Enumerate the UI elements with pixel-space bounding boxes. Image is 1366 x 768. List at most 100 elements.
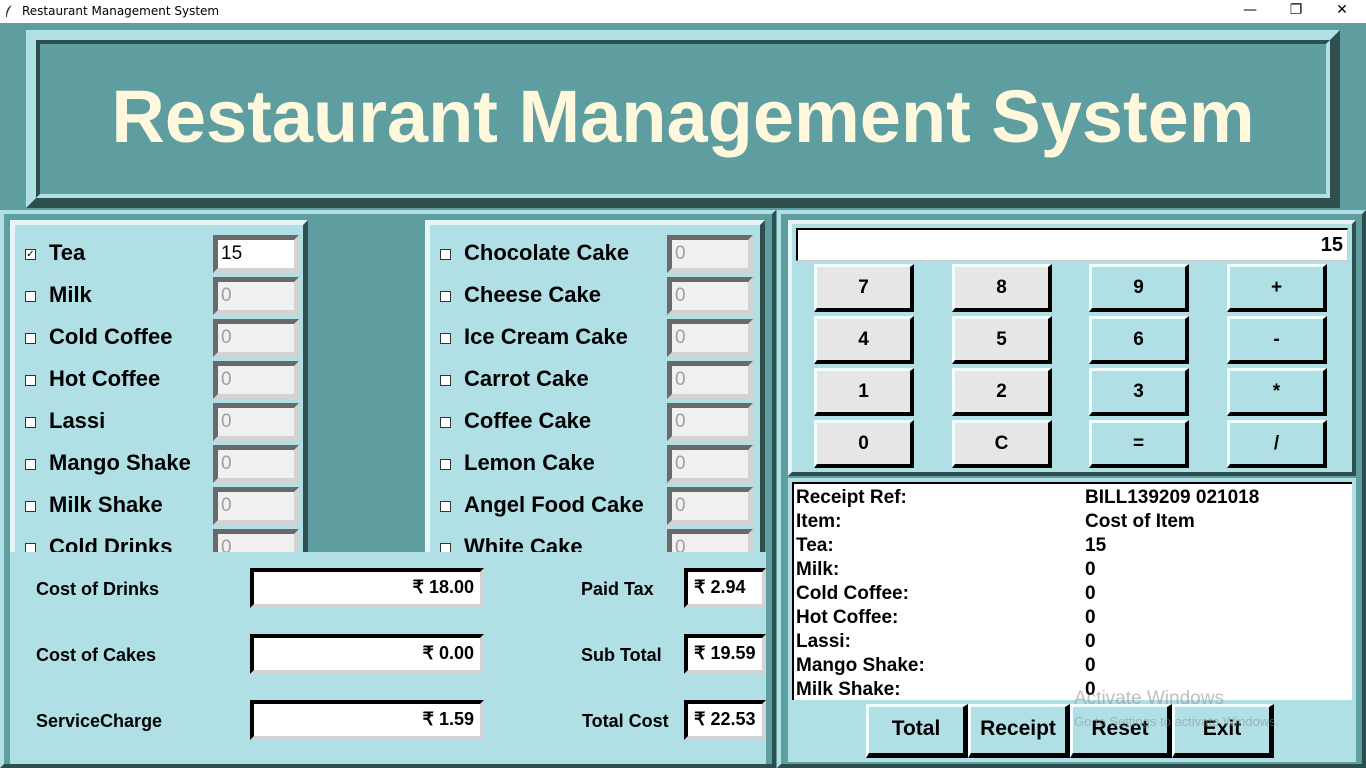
drinks-item-row: Mango Shake 0 [15, 443, 303, 485]
drinks-item-label[interactable]: Tea [49, 240, 85, 266]
maximize-icon[interactable]: ❐ [1273, 0, 1319, 23]
paid-tax-label: Paid Tax [581, 579, 654, 599]
calc-button[interactable]: 6 [1089, 316, 1189, 364]
minimize-icon[interactable]: — [1227, 0, 1273, 23]
receipt-row-value: Cost of Item [1085, 511, 1195, 532]
paid-tax-field[interactable]: ₹ 2.94 [684, 568, 766, 608]
drinks-item-label[interactable]: Milk [49, 282, 92, 308]
receipt-button[interactable]: Receipt [968, 704, 1070, 758]
cakes-menu: Chocolate Cake 0 Cheese Cake 0 Ice Cream Cak… [425, 220, 765, 552]
calc-button[interactable]: * [1227, 368, 1327, 416]
total-cost-field[interactable]: ₹ 22.53 [684, 700, 766, 740]
cakes-item-checkbox[interactable] [440, 501, 451, 512]
cakes-item-checkbox[interactable] [440, 417, 451, 428]
cakes-item-checkbox[interactable] [440, 459, 451, 470]
receipt-row-value: 0 [1085, 583, 1096, 604]
receipt-row-value: 0 [1085, 559, 1096, 580]
cakes-item-quantity-input[interactable]: 0 [667, 445, 753, 483]
cakes-item-checkbox[interactable] [440, 333, 451, 344]
drinks-item-checkbox[interactable] [25, 543, 36, 552]
app-heading: Restaurant Management System [111, 75, 1255, 158]
cakes-item-label[interactable]: Cheese Cake [464, 282, 601, 308]
cakes-item-quantity-input[interactable]: 0 [667, 235, 753, 273]
cakes-item-quantity-input[interactable]: 0 [667, 277, 753, 315]
activate-windows-subtitle: Go to Settings to activate Windows. [1074, 714, 1280, 729]
cakes-item-row: Ice Cream Cake 0 [430, 317, 760, 359]
cakes-item-checkbox[interactable] [440, 291, 451, 302]
drinks-item-quantity-input[interactable]: 0 [213, 487, 299, 525]
sub-total-field[interactable]: ₹ 19.59 [684, 634, 766, 674]
drinks-item-quantity-input[interactable]: 0 [213, 445, 299, 483]
calc-button[interactable]: 5 [952, 316, 1052, 364]
calc-button[interactable]: 1 [814, 368, 914, 416]
cakes-item-quantity-input[interactable]: 0 [667, 487, 753, 525]
drinks-item-label[interactable]: Milk Shake [49, 492, 163, 518]
calc-button[interactable]: 8 [952, 264, 1052, 312]
cakes-item-label[interactable]: Carrot Cake [464, 366, 589, 392]
drinks-item-label[interactable]: Cold Drinks [49, 534, 172, 552]
cakes-item-row: Carrot Cake 0 [430, 359, 760, 401]
receipt-row: Receipt Ref: BILL139209 021018 [796, 486, 1259, 510]
cakes-item-label[interactable]: White Cake [464, 534, 583, 552]
cakes-item-label[interactable]: Chocolate Cake [464, 240, 629, 266]
cakes-item-checkbox[interactable] [440, 543, 451, 552]
drinks-item-label[interactable]: Hot Coffee [49, 366, 160, 392]
drinks-item-row: Cold Coffee 0 [15, 317, 303, 359]
drinks-item-checkbox[interactable]: ✓ [25, 249, 36, 260]
close-icon[interactable]: ✕ [1319, 0, 1365, 23]
cakes-item-row: Cheese Cake 0 [430, 275, 760, 317]
drinks-item-row: Milk 0 [15, 275, 303, 317]
cost-of-drinks-field[interactable]: ₹ 18.00 [250, 568, 484, 608]
cakes-item-label[interactable]: Angel Food Cake [464, 492, 644, 518]
drinks-item-checkbox[interactable] [25, 417, 36, 428]
drinks-item-quantity-input[interactable]: 15 [213, 235, 299, 273]
cakes-item-row: Chocolate Cake 0 [430, 233, 760, 275]
drinks-item-quantity-input[interactable]: 0 [213, 529, 299, 552]
cakes-item-quantity-input[interactable]: 0 [667, 319, 753, 357]
service-charge-label: ServiceCharge [36, 711, 163, 731]
cost-of-cakes-field[interactable]: ₹ 0.00 [250, 634, 484, 674]
calc-button[interactable]: 7 [814, 264, 914, 312]
receipt-row-value: 15 [1085, 535, 1107, 556]
drinks-item-checkbox[interactable] [25, 291, 36, 302]
cakes-item-label[interactable]: Coffee Cake [464, 408, 591, 434]
calc-button[interactable]: 9 [1089, 264, 1189, 312]
drinks-item-checkbox[interactable] [25, 375, 36, 386]
drinks-item-row: Hot Coffee 0 [15, 359, 303, 401]
calc-button[interactable]: - [1227, 316, 1327, 364]
drinks-item-checkbox[interactable] [25, 459, 36, 470]
calc-button[interactable]: 0 [814, 420, 914, 468]
drinks-item-quantity-input[interactable]: 0 [213, 277, 299, 315]
drinks-item-label[interactable]: Lassi [49, 408, 105, 434]
drinks-item-checkbox[interactable] [25, 501, 36, 512]
calc-button[interactable]: 3 [1089, 368, 1189, 416]
receipt-row: Item: Cost of Item [796, 510, 1195, 534]
drinks-item-quantity-input[interactable]: 0 [213, 361, 299, 399]
drinks-item-checkbox[interactable] [25, 333, 36, 344]
calc-button[interactable]: / [1227, 420, 1327, 468]
cakes-item-quantity-input[interactable]: 0 [667, 529, 753, 552]
drinks-item-quantity-input[interactable]: 0 [213, 403, 299, 441]
receipt-row-label: Mango Shake: [796, 655, 925, 676]
drinks-item-label[interactable]: Cold Coffee [49, 324, 172, 350]
total-button[interactable]: Total [866, 704, 968, 758]
cakes-item-quantity-input[interactable]: 0 [667, 403, 753, 441]
cakes-item-checkbox[interactable] [440, 249, 451, 260]
calc-button[interactable]: 2 [952, 368, 1052, 416]
receipt-text[interactable]: Receipt Ref: BILL139209 021018 Item: Cost o… [792, 482, 1352, 700]
cakes-item-checkbox[interactable] [440, 375, 451, 386]
calculator-display[interactable]: 15 [796, 228, 1348, 261]
receipt-row-label: Milk Shake: [796, 679, 901, 700]
calc-button[interactable]: = [1089, 420, 1189, 468]
service-charge-field[interactable]: ₹ 1.59 [250, 700, 484, 740]
cakes-item-label[interactable]: Lemon Cake [464, 450, 595, 476]
calc-button[interactable]: 4 [814, 316, 914, 364]
drinks-item-label[interactable]: Mango Shake [49, 450, 191, 476]
cakes-item-label[interactable]: Ice Cream Cake [464, 324, 628, 350]
receipt-row-label: Item: [796, 511, 842, 532]
cakes-item-quantity-input[interactable]: 0 [667, 361, 753, 399]
drinks-item-quantity-input[interactable]: 0 [213, 319, 299, 357]
calc-button[interactable]: + [1227, 264, 1327, 312]
activate-windows-title: Activate Windows [1074, 688, 1224, 709]
calc-button[interactable]: C [952, 420, 1052, 468]
